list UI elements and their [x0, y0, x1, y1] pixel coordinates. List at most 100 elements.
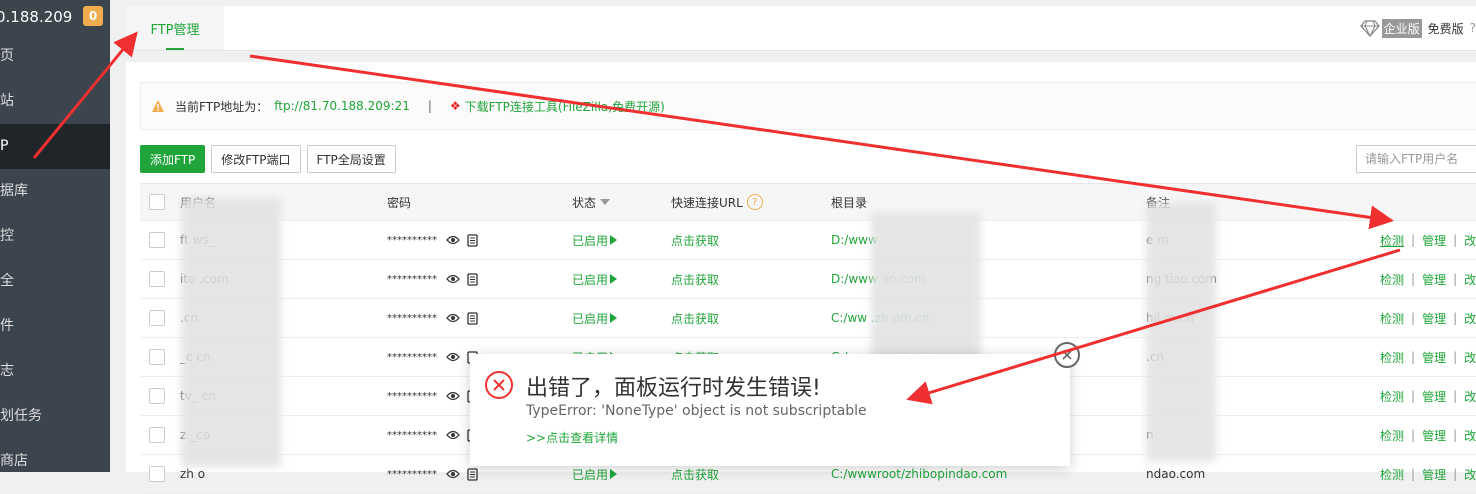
header-quick-url: 快速连接URL? — [671, 184, 821, 220]
manage-link[interactable]: 管理 — [1422, 388, 1446, 405]
edit-link[interactable]: 改 — [1464, 310, 1476, 327]
row-checkbox[interactable] — [149, 310, 165, 326]
header-password: 密码 — [387, 195, 412, 210]
manage-link[interactable]: 管理 — [1422, 271, 1446, 288]
row-select-cell — [149, 299, 165, 337]
password-mask: ********** — [387, 351, 437, 363]
sidebar-item-ftp[interactable]: P — [0, 124, 110, 169]
help-icon[interactable]: ? — [746, 194, 763, 210]
toolbar: 添加FTP 修改FTP端口 FTP全局设置 — [140, 145, 396, 173]
edit-link[interactable]: 改 — [1464, 349, 1476, 366]
row-operations: 检测 | 管理 | 改 — [1380, 377, 1476, 415]
view-details-link[interactable]: >>点击查看详情 — [526, 429, 618, 446]
row-checkbox[interactable] — [149, 232, 165, 248]
password-mask: ********** — [387, 312, 437, 324]
add-ftp-button[interactable]: 添加FTP — [140, 145, 206, 173]
manage-link[interactable]: 管理 — [1422, 310, 1446, 327]
row-operations: 检测 | 管理 | 改 — [1380, 221, 1476, 259]
play-icon — [610, 469, 618, 479]
eye-icon[interactable] — [446, 235, 460, 245]
ops-separator: | — [1453, 272, 1458, 286]
row-status[interactable]: 已启用 — [572, 299, 662, 337]
copy-icon[interactable] — [467, 233, 478, 247]
row-quick-url[interactable]: 点击获取 — [671, 260, 821, 298]
header-status[interactable]: 状态 — [572, 184, 662, 220]
edit-link[interactable]: 改 — [1464, 466, 1476, 483]
sidebar-item-cron[interactable]: 划任务 — [0, 394, 110, 439]
ops-separator: | — [1453, 467, 1458, 481]
ftp-user-search-input[interactable] — [1356, 145, 1476, 173]
row-checkbox[interactable] — [149, 388, 165, 404]
check-link[interactable]: 检测 — [1380, 232, 1404, 249]
check-link[interactable]: 检测 — [1380, 388, 1404, 405]
row-checkbox[interactable] — [149, 427, 165, 443]
eye-icon[interactable] — [446, 391, 460, 401]
manage-link[interactable]: 管理 — [1422, 427, 1446, 444]
sidebar-item-logs[interactable]: 志 — [0, 349, 110, 394]
download-filezilla-link[interactable]: 下载FTP连接工具(FileZilla,免费开源) — [465, 98, 665, 115]
row-status[interactable]: 已启用 — [572, 221, 662, 259]
edit-link[interactable]: 改 — [1464, 427, 1476, 444]
eye-icon[interactable] — [446, 430, 460, 440]
select-all-checkbox[interactable] — [149, 194, 165, 210]
ftp-address-notice: 当前FTP地址为： ftp://81.70.188.209:21 | ❖ 下载F… — [140, 82, 1476, 130]
check-link[interactable]: 检测 — [1380, 427, 1404, 444]
copy-icon[interactable] — [467, 272, 478, 286]
password-mask: ********** — [387, 390, 437, 402]
check-link[interactable]: 检测 — [1380, 310, 1404, 327]
row-operations: 检测 | 管理 | 改 — [1380, 455, 1476, 493]
row-checkbox[interactable] — [149, 466, 165, 482]
eye-icon[interactable] — [446, 469, 460, 479]
sidebar-item-monitor[interactable]: 控 — [0, 214, 110, 259]
edit-link[interactable]: 改 — [1464, 271, 1476, 288]
play-icon — [610, 274, 618, 284]
sidebar-item-website[interactable]: 站 — [0, 79, 110, 124]
ops-separator: | — [1411, 389, 1416, 403]
ops-separator: | — [1453, 428, 1458, 442]
sidebar-item-security[interactable]: 全 — [0, 259, 110, 304]
manage-link[interactable]: 管理 — [1422, 466, 1446, 483]
row-status-label: 已启用 — [572, 311, 609, 326]
ops-separator: | — [1453, 233, 1458, 247]
sidebar-item-home[interactable]: 页 — [0, 34, 110, 79]
password-mask: ********** — [387, 429, 437, 441]
row-quick-url[interactable]: 点击获取 — [671, 299, 821, 337]
close-dialog-button[interactable] — [1054, 342, 1080, 368]
enterprise-link[interactable]: 企业版 — [1359, 18, 1422, 38]
check-link[interactable]: 检测 — [1380, 271, 1404, 288]
ops-separator: | — [1453, 389, 1458, 403]
row-operations: 检测 | 管理 | 改 — [1380, 260, 1476, 298]
tab-ftp-management[interactable]: FTP管理 — [126, 6, 224, 50]
notification-badge[interactable]: 0 — [83, 6, 103, 26]
more-indicator: ? — [1469, 21, 1476, 35]
edit-link[interactable]: 改 — [1464, 232, 1476, 249]
eye-icon[interactable] — [446, 274, 460, 284]
ops-separator: | — [1411, 272, 1416, 286]
eye-icon[interactable] — [446, 352, 460, 362]
row-checkbox[interactable] — [149, 271, 165, 287]
check-link[interactable]: 检测 — [1380, 349, 1404, 366]
manage-link[interactable]: 管理 — [1422, 232, 1446, 249]
sidebar: 0.188.209 0 页 站 P 据库 控 全 件 志 划任务 商店 — [0, 0, 110, 472]
sidebar-item-files[interactable]: 件 — [0, 304, 110, 349]
check-link[interactable]: 检测 — [1380, 466, 1404, 483]
ftp-global-settings-button[interactable]: FTP全局设置 — [306, 145, 396, 173]
row-checkbox[interactable] — [149, 349, 165, 365]
version-info: 企业版 免费版 ? — [1359, 18, 1476, 38]
manage-link[interactable]: 管理 — [1422, 349, 1446, 366]
table-row: .cn**********已启用点击获取C:/ww .zh om.cnhil m… — [140, 299, 1476, 338]
row-password: ********** — [387, 221, 567, 259]
row-quick-url[interactable]: 点击获取 — [671, 221, 821, 259]
copy-icon[interactable] — [467, 467, 478, 481]
copy-icon[interactable] — [467, 311, 478, 325]
sidebar-item-store[interactable]: 商店 — [0, 439, 110, 484]
sidebar-item-database[interactable]: 据库 — [0, 169, 110, 214]
ftp-address-label: 当前FTP地址为： — [175, 99, 269, 114]
change-ftp-port-button[interactable]: 修改FTP端口 — [211, 145, 301, 173]
server-ip: 0.188.209 — [0, 8, 73, 26]
redaction-blur — [181, 197, 281, 467]
row-status[interactable]: 已启用 — [572, 260, 662, 298]
edit-link[interactable]: 改 — [1464, 388, 1476, 405]
sidebar-header: 0.188.209 0 — [0, 0, 110, 34]
eye-icon[interactable] — [446, 313, 460, 323]
